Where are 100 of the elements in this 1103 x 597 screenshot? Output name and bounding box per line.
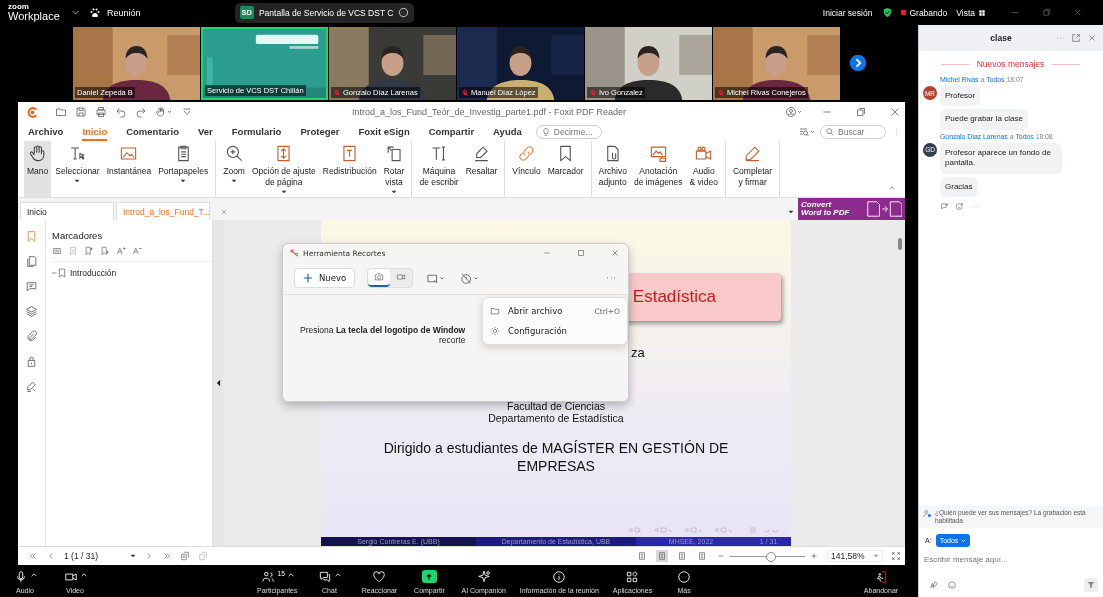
collapse-panel-icon[interactable] [215, 379, 221, 387]
page-view-icon[interactable] [636, 550, 648, 562]
next-page-button[interactable] [849, 54, 867, 72]
undo-icon[interactable] [115, 106, 127, 118]
zoom-slider[interactable] [730, 551, 805, 561]
restore-icon[interactable] [855, 106, 867, 118]
caret-icon[interactable] [80, 573, 87, 577]
camera-mode-button[interactable] [368, 269, 391, 287]
message-bubble: Profesor [940, 86, 981, 107]
new-snip-button[interactable]: Nuevo [294, 268, 356, 288]
comment-icon[interactable] [25, 280, 38, 293]
list-icon[interactable] [52, 246, 62, 256]
restore-icon[interactable] [1041, 7, 1052, 18]
lock-icon[interactable] [25, 355, 38, 368]
close-icon[interactable] [889, 106, 901, 118]
scrollbar-thumb[interactable] [898, 238, 902, 250]
print-icon[interactable] [95, 106, 107, 118]
customize-dropdown-icon[interactable] [181, 106, 193, 118]
shield-check-icon[interactable] [882, 7, 894, 18]
last-page-icon[interactable] [162, 551, 172, 561]
menu-tab[interactable]: Foxit eSign [358, 122, 410, 141]
close-icon[interactable] [1087, 33, 1097, 43]
decrease-font-icon[interactable] [132, 246, 142, 256]
signature-pen-icon[interactable] [25, 380, 38, 393]
first-page-icon[interactable] [28, 551, 38, 561]
redo-icon[interactable] [135, 106, 147, 118]
zoom-field[interactable]: 141,58% [827, 550, 883, 562]
ribbon-button[interactable]: Opción de ajuste de página [248, 141, 319, 197]
page-number-field[interactable]: 1 (1 / 31) [64, 551, 136, 561]
maximize-icon[interactable] [576, 248, 586, 258]
search-options-icon[interactable] [798, 125, 816, 138]
save-icon[interactable] [75, 106, 87, 118]
menu-tab[interactable]: Compartir [428, 122, 475, 141]
menu-tab[interactable]: Proteger [300, 122, 340, 141]
view-button[interactable]: Vista [956, 7, 975, 18]
caret-icon[interactable] [30, 573, 37, 577]
ribbon-button[interactable]: Anotación de imágenes [630, 141, 686, 197]
document-tab[interactable]: Inicio [20, 202, 114, 220]
app-logo-icon[interactable] [26, 105, 39, 119]
ribbon-button[interactable]: Completar y firmar [729, 141, 776, 197]
menu-tab[interactable]: Ver [198, 122, 213, 141]
emoji-icon[interactable] [947, 580, 957, 590]
page-view-icon[interactable] [696, 550, 708, 562]
reply-icon[interactable] [940, 201, 949, 211]
close-tab-icon[interactable] [219, 207, 228, 216]
ribbon-button[interactable]: Seleccionar [52, 141, 103, 197]
page-view-icon[interactable] [656, 550, 668, 562]
menu-tab[interactable]: Archivo [28, 122, 64, 141]
bookmark-item[interactable]: Introducción [52, 268, 212, 278]
caret-icon[interactable] [287, 573, 294, 577]
recording-indicator[interactable]: Grabando [901, 7, 948, 18]
share-title: Pantalla de Servicio de VCS DST C [258, 7, 394, 18]
ribbon-button[interactable]: Audio & video [686, 141, 721, 197]
meeting-button[interactable]: Reunión [89, 6, 141, 19]
menu-tab[interactable]: Comentario [126, 122, 179, 141]
ribbon-button[interactable]: Rotar vista [380, 141, 408, 197]
layers-icon[interactable] [25, 305, 38, 318]
ribbon-button[interactable]: Resaltar [462, 141, 501, 197]
sign-in-link[interactable]: Iniciar sesión [822, 7, 873, 18]
ribbon-button[interactable]: Instantánea [103, 141, 155, 197]
menu-tab[interactable]: Ayuda [493, 122, 522, 141]
ribbon-button[interactable]: Redistribución [319, 141, 380, 197]
paperclip-icon[interactable] [25, 330, 38, 343]
slider-thumb[interactable] [766, 552, 777, 562]
app-name: Workplace [8, 11, 61, 22]
ribbon-button[interactable]: Mano [24, 141, 52, 197]
menu-item[interactable]: Configuración [483, 321, 627, 341]
tell-me-field[interactable]: Decirme... [535, 124, 602, 139]
hand-tool-dropdown-icon[interactable] [155, 106, 173, 118]
ribbon-button[interactable]: Vínculo [509, 141, 544, 197]
convert-banner[interactable]: Convert Word to PDF [798, 198, 905, 220]
zoom-in-icon[interactable] [809, 551, 819, 561]
close-icon[interactable] [610, 248, 620, 258]
ribbon-button[interactable]: Máquina de escribir [416, 141, 462, 197]
ribbon-button[interactable]: Zoom [220, 141, 248, 197]
add-bookmark-icon[interactable] [84, 246, 94, 256]
increase-font-icon[interactable] [116, 246, 126, 256]
pages-icon[interactable] [25, 255, 38, 268]
page-copy-icon[interactable] [180, 551, 190, 561]
emoji-icon[interactable] [955, 201, 964, 211]
folder-icon[interactable] [55, 106, 67, 118]
tab-list-dropdown-icon[interactable] [788, 210, 794, 214]
more-icon[interactable] [398, 7, 410, 18]
ribbon-button[interactable]: Portapapeles [155, 141, 212, 197]
close-icon[interactable] [1072, 7, 1083, 18]
search-field[interactable]: Buscar [820, 124, 886, 139]
menu-tab[interactable]: Formulario [231, 122, 282, 141]
add-child-bookmark-icon[interactable] [100, 246, 110, 256]
delete-bookmark-icon[interactable] [68, 246, 78, 256]
caret-icon[interactable] [334, 573, 341, 577]
ribbon-button[interactable]: Archivo adjunto [595, 141, 630, 197]
ribbon-button[interactable]: Marcador [544, 141, 587, 197]
send-button[interactable] [1084, 578, 1098, 592]
grid-icon[interactable] [978, 8, 986, 17]
pop-out-icon[interactable] [1071, 33, 1081, 43]
format-text-icon[interactable] [929, 580, 939, 590]
page-view-icon[interactable] [676, 550, 688, 562]
fullscreen-icon[interactable] [891, 551, 901, 561]
user-account-icon[interactable] [785, 106, 803, 118]
bookmark-icon[interactable] [25, 230, 38, 243]
